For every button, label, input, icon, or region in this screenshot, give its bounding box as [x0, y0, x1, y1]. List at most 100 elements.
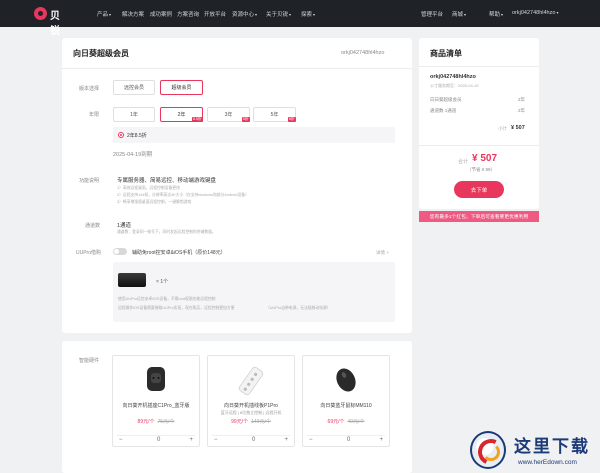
chevron-down-icon: ▾	[313, 12, 316, 17]
divider	[62, 68, 412, 69]
brand-logo[interactable]: 贝锐	[34, 6, 70, 37]
plan-radio[interactable]	[118, 132, 124, 138]
hardware-label: 智能硬件	[79, 358, 100, 364]
cart-row-value: 2年	[518, 108, 526, 113]
discount-badge: 8折	[287, 117, 296, 122]
watermark-url: www.herEdown.com	[518, 459, 577, 466]
chevron-down-icon: ▾	[255, 12, 258, 17]
logo-text: 贝锐	[50, 11, 61, 37]
nav-item-products[interactable]: 产品▾	[97, 10, 111, 18]
channel-value: 1通道	[117, 223, 132, 229]
logo-icon	[34, 7, 47, 20]
chevron-down-icon: ▾	[289, 12, 292, 17]
page-title: 向日葵超级会员	[73, 49, 129, 58]
subtotal-value: ¥ 507	[511, 125, 525, 131]
cart-title: 商品清单	[430, 49, 462, 58]
cart-sub: 公寸服务期至：2025-04-19	[430, 83, 479, 88]
divider	[419, 145, 539, 146]
uupro-label: UUPro借购	[76, 250, 102, 256]
smart-plug-image	[147, 367, 165, 391]
saved-amount: （节省 ¥ 89）	[467, 167, 496, 172]
cart-account: orkj042748hl4hzo	[430, 74, 476, 80]
quantity-value[interactable]: 0	[252, 437, 255, 443]
product-price: 99元/个 149元/个	[231, 419, 271, 425]
period-option-3y[interactable]: 3年 8折	[207, 107, 250, 122]
order-account: orkj042748hl4hzo	[341, 50, 385, 56]
chevron-down-icon: ▾	[109, 12, 112, 17]
nav-item-open-platform[interactable]: 开放平台	[204, 10, 226, 18]
uupro-toggle[interactable]	[113, 248, 127, 255]
channel-label: 通道数	[85, 223, 101, 229]
product-name: 向日葵开机插线板P1Pro	[224, 403, 278, 409]
discount-badge: 8折	[241, 117, 250, 122]
product-card[interactable]: 向日葵开机插座C1Pro_蓝牙版 89元/个 75元/个 − 0 +	[112, 355, 200, 447]
uupro-note: （UUPro自带电源，无法插移动电源）	[266, 306, 331, 310]
uupro-device-image	[118, 273, 146, 287]
period-label: 年限	[89, 112, 100, 118]
version-option-super[interactable]: 超级会员	[160, 80, 203, 95]
uupro-info-box	[113, 262, 395, 322]
account-menu[interactable]: orkj042748hl4hzo▾	[512, 10, 558, 16]
minus-icon[interactable]: −	[119, 437, 123, 443]
product-price: 89元/个 75元/个	[137, 419, 175, 425]
quantity-stepper: − 0 +	[307, 435, 385, 444]
nav-item-store[interactable]: 商城▾	[452, 10, 466, 18]
cart-row-label: 向日葵超级会员	[430, 97, 462, 102]
quantity-value[interactable]: 0	[157, 437, 160, 443]
nav-item-about[interactable]: 关于贝锐▾	[266, 10, 291, 18]
feature-line: 2）远程支持144帧，分辨率高达4K大小（仅支持windows和部分Androi…	[117, 193, 249, 197]
plus-icon[interactable]: +	[379, 437, 383, 443]
version-option-remote[interactable]: 远控会员	[113, 80, 155, 95]
chevron-down-icon: ▾	[501, 12, 504, 17]
nav-item-solutions[interactable]: 解决方案	[122, 10, 144, 18]
product-card[interactable]: 向日葵开机插线板P1Pro 蓝牙远程 | 8位独立控制 | 远程开机 99元/个…	[207, 355, 295, 447]
divider	[419, 66, 539, 67]
nav-item-help[interactable]: 帮助▾	[489, 10, 503, 18]
product-name: 向日葵开机插座C1Pro_蓝牙版	[122, 403, 190, 409]
cart-row-value: 2年	[518, 97, 526, 102]
uupro-note: 使用UUPro远控安卓/iOS设备，不需root权限也能远程控制	[118, 297, 216, 301]
minus-icon[interactable]: −	[309, 437, 313, 443]
uupro-details-link[interactable]: 详情 >	[376, 250, 389, 256]
product-price: 69元/个 49元/个	[327, 419, 365, 425]
watermark-title: 这里下载	[514, 437, 590, 457]
feature-title: 专属服务器、简易远控、移动端游戏键盘	[117, 178, 217, 184]
minus-icon[interactable]: −	[214, 437, 218, 443]
nav-item-resources[interactable]: 资源中心▾	[232, 10, 257, 18]
period-option-1y[interactable]: 1年	[113, 107, 155, 122]
plus-icon[interactable]: +	[189, 437, 193, 443]
expire-date: 2025-04-19到期	[113, 152, 153, 158]
nav-item-explore[interactable]: 探索▾	[301, 10, 315, 18]
version-label: 版本选择	[79, 86, 100, 92]
total-price: ¥ 507	[472, 153, 498, 164]
chevron-down-icon: ▾	[464, 12, 467, 17]
uupro-count: × 1个	[156, 279, 169, 285]
uupro-note: 远程操作iOS设备需要借助UUPro实现，现在购买，远程控制更加方便	[118, 306, 235, 310]
total-label: 合计	[458, 159, 469, 165]
period-option-2y[interactable]: 2年 8.5折	[160, 107, 203, 122]
selected-plan: 2年8.5折	[127, 133, 147, 139]
period-option-5y[interactable]: 5年 8折	[253, 107, 296, 122]
plus-icon[interactable]: +	[284, 437, 288, 443]
feature-line: 1）高效远程桌面，远程控制设备更快	[117, 186, 180, 190]
nav-item-console[interactable]: 管理平台	[421, 10, 443, 18]
quantity-value[interactable]: 0	[347, 437, 350, 443]
site-watermark: 这里下载 www.herEdown.com	[468, 430, 600, 473]
subtotal-label: 小计	[498, 126, 507, 131]
product-sub: 蓝牙远程 | 8位独立控制 | 远程开机	[220, 410, 282, 415]
nav-item-cases[interactable]: 成功案例	[150, 10, 172, 18]
discount-badge: 8.5折	[191, 117, 203, 122]
product-name: 向日葵蓝牙鼠标MM110	[320, 403, 372, 409]
cart-row-label: 通道数 1通道	[430, 108, 457, 113]
plan-select-box	[113, 127, 395, 143]
channel-note: 通道数：登录同一帐号下，同时发起远程控制的终端数量。	[117, 230, 216, 234]
product-card[interactable]: 向日葵蓝牙鼠标MM110 69元/个 49元/个 − 0 +	[302, 355, 390, 447]
quantity-stepper: − 0 +	[212, 435, 290, 444]
mouse-image	[336, 368, 356, 392]
nav-item-consulting[interactable]: 方案咨询	[177, 10, 199, 18]
checkout-button[interactable]: 去下单	[454, 181, 504, 198]
top-nav-bar: 贝锐 产品▾ 解决方案 成功案例 方案咨询 开放平台 资源中心▾ 关于贝锐▾ 探…	[0, 0, 600, 37]
quantity-stepper: − 0 +	[117, 435, 195, 444]
uupro-text: 辅助免root控安卓&iOS手机（原价148元）	[132, 250, 226, 256]
coupon-banner[interactable]: 您有最多1个红包，下单后可查看要更优惠利用	[419, 211, 539, 222]
